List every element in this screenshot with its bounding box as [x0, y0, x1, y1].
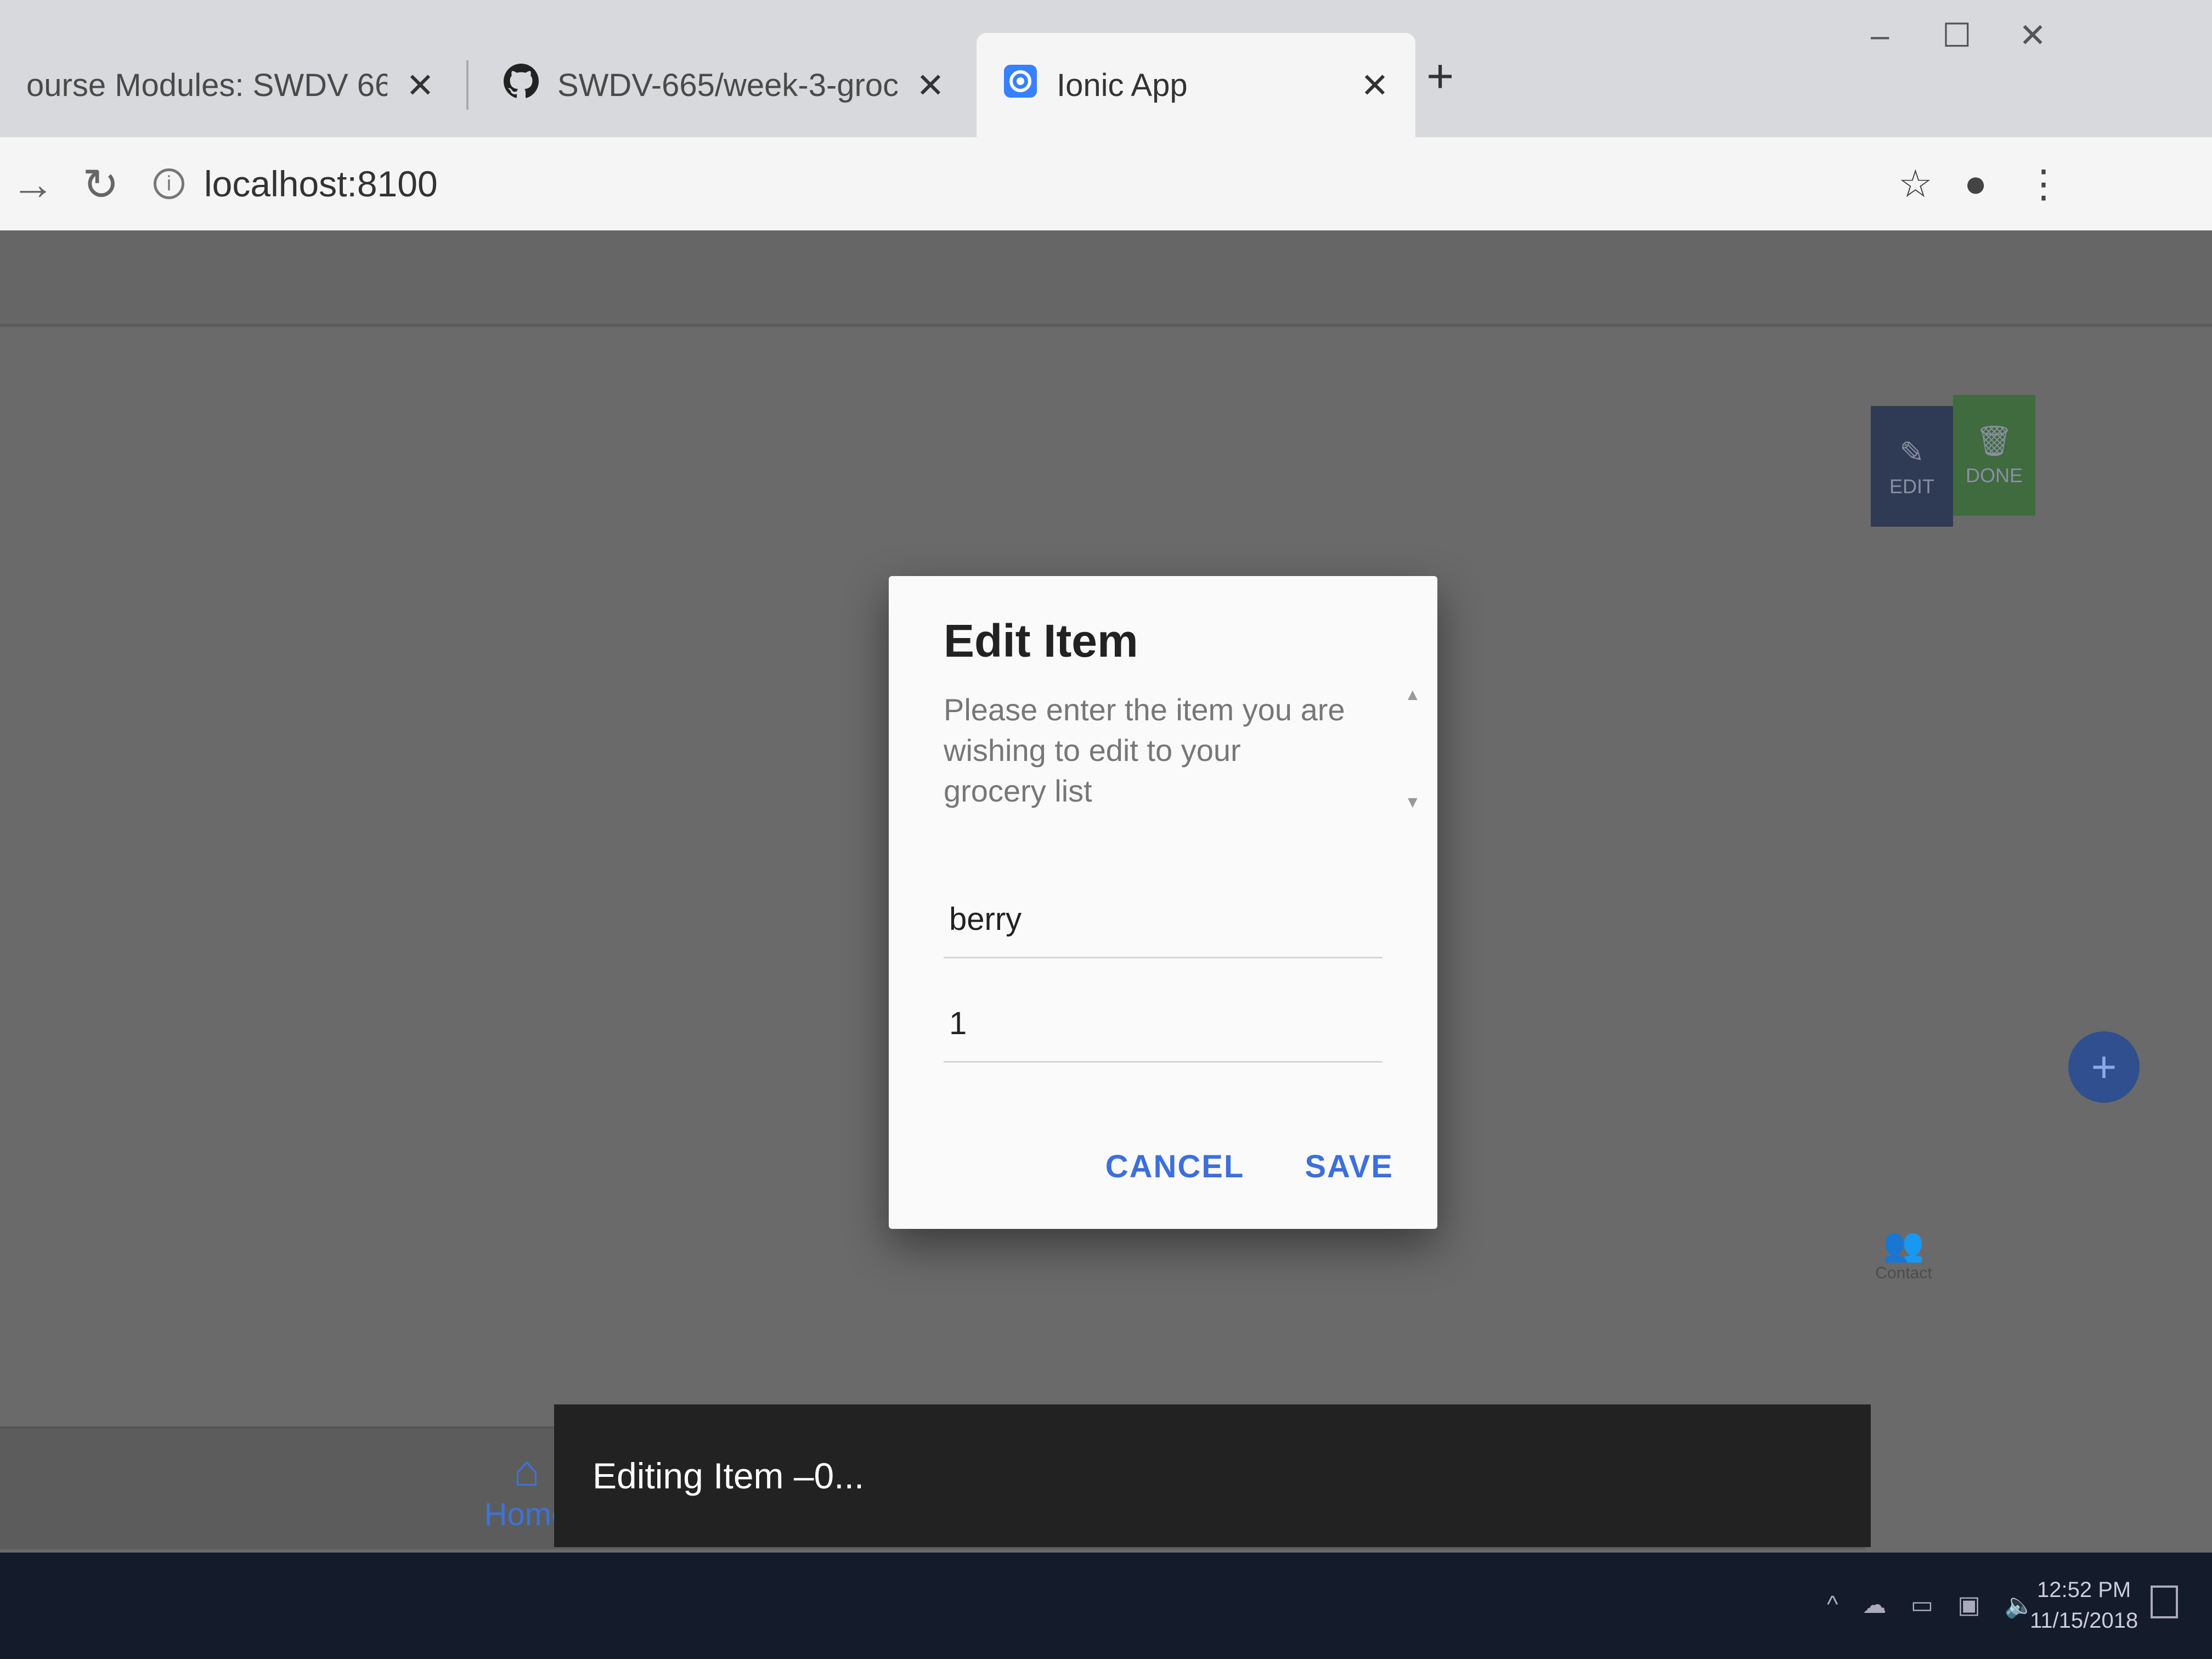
onedrive-icon[interactable]: ☁ — [1863, 1591, 1887, 1620]
forward-icon[interactable]: → — [11, 159, 55, 210]
dialog-title: Edit Item — [944, 615, 1138, 667]
url-text: localhost:8100 — [204, 163, 438, 204]
battery-icon[interactable]: ▭ — [1911, 1591, 1934, 1620]
app-header — [0, 230, 2212, 327]
clock-date: 11/15/2018 — [2030, 1609, 2138, 1633]
tab-contact[interactable]: 👥 Contact — [1860, 1207, 1948, 1300]
dialog-message: Please enter the item you are wishing to… — [944, 692, 1345, 808]
window-close-icon[interactable]: ✕ — [2019, 16, 2046, 55]
system-tray: ^ ☁ ▭ ▣ 🔈 — [1827, 1591, 2035, 1620]
dialog-buttons: CANCEL SAVE — [1100, 1143, 1399, 1190]
scroll-down-icon[interactable]: ▼ — [1404, 793, 1421, 812]
star-icon[interactable]: ☆ — [1898, 161, 1933, 206]
dialog-scrollbar[interactable]: ▲ ▼ — [1404, 686, 1421, 812]
close-icon[interactable]: ✕ — [406, 65, 435, 105]
add-item-fab[interactable]: + — [2068, 1031, 2140, 1103]
pencil-icon: ✎ — [1899, 436, 1925, 469]
edit-item-dialog: Edit Item Please enter the item you are … — [889, 576, 1437, 1229]
edit-button[interactable]: ✎ EDIT — [1871, 406, 1953, 527]
item-quantity-input[interactable] — [944, 986, 1383, 1063]
add-icon: + — [2091, 1042, 2117, 1091]
reload-icon[interactable]: ↻ — [82, 159, 119, 210]
toast-text: Editing Item –0... — [592, 1455, 865, 1496]
chevron-up-icon[interactable]: ^ — [1827, 1591, 1838, 1620]
item-name-input[interactable] — [944, 882, 1383, 958]
browser-tab-course-modules[interactable]: ourse Modules: SWDV 665: AD ✕ — [0, 33, 461, 137]
tab-label: Ionic App — [1057, 67, 1188, 103]
address-bar[interactable]: i localhost:8100 — [154, 154, 1854, 214]
windows-taskbar: ^ ☁ ▭ ▣ 🔈 12:52 PM 11/15/2018 — [0, 1553, 2212, 1659]
screen: ourse Modules: SWDV 665: AD ✕ SWDV-665/w… — [0, 0, 2212, 1659]
github-icon — [504, 64, 539, 106]
maximize-icon[interactable]: ☐ — [1942, 16, 1972, 55]
edit-label: EDIT — [1889, 475, 1934, 498]
new-tab-button[interactable]: + — [1426, 49, 1454, 104]
cancel-button[interactable]: CANCEL — [1100, 1143, 1250, 1190]
done-label: DONE — [1965, 464, 2023, 487]
tab-label: ourse Modules: SWDV 665: AD — [26, 67, 388, 103]
toast-message: Editing Item –0... — [554, 1404, 1871, 1547]
trash-icon: 🗑 — [1975, 424, 2013, 458]
clock-time: 12:52 PM — [2037, 1578, 2131, 1602]
done-button[interactable]: 🗑 DONE — [1953, 395, 2035, 516]
close-icon[interactable]: ✕ — [916, 65, 945, 105]
home-icon: ⌂ — [513, 1446, 540, 1495]
browser-tab-github[interactable]: SWDV-665/week-3-groceries-ad ✕ — [477, 33, 971, 137]
browser-tabstrip: ourse Modules: SWDV 665: AD ✕ SWDV-665/w… — [0, 0, 2212, 137]
info-icon[interactable]: i — [154, 168, 184, 199]
save-button[interactable]: SAVE — [1299, 1143, 1399, 1190]
menu-icon[interactable]: ⋮ — [2024, 161, 2063, 206]
close-icon[interactable]: ✕ — [1361, 65, 1389, 105]
browser-tab-ionic-app[interactable]: Ionic App ✕ — [977, 33, 1415, 137]
taskbar-clock[interactable]: 12:52 PM 11/15/2018 — [2030, 1575, 2138, 1636]
tab-label: SWDV-665/week-3-groceries-ad — [557, 67, 898, 103]
minimize-icon[interactable]: – — [1871, 16, 1889, 54]
browser-toolbar: → ↻ i localhost:8100 ☆ ● ⋮ — [0, 137, 2212, 232]
tab-contact-label: Contact — [1875, 1263, 1932, 1282]
tab-separator — [466, 60, 469, 110]
network-icon[interactable]: ▣ — [1957, 1591, 1980, 1620]
ionic-icon — [1003, 64, 1038, 106]
notification-icon[interactable] — [2151, 1585, 2178, 1618]
profile-icon[interactable]: ● — [1964, 161, 1987, 205]
contacts-icon: 👥 — [1883, 1226, 1925, 1263]
scroll-up-icon[interactable]: ▲ — [1404, 686, 1421, 704]
